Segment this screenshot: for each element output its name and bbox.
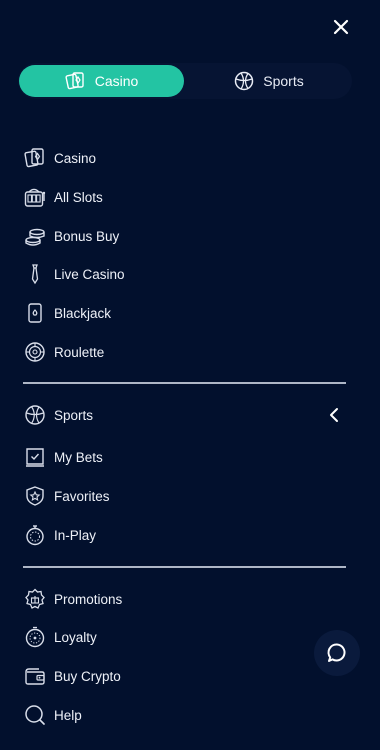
menu-item-label: Casino: [54, 150, 97, 166]
cards-icon: [65, 72, 84, 90]
menu-item-casino[interactable]: Casino: [22, 143, 352, 173]
casino-sports-toggle: Casino Sports: [18, 63, 352, 99]
toggle-sports-label: Sports: [263, 73, 304, 89]
menu-item-label: Live Casino: [54, 266, 125, 282]
menu-item-roulette[interactable]: Roulette: [22, 337, 352, 367]
menu-item-my-bets[interactable]: My Bets: [22, 442, 352, 472]
menu-item-label: In-Play: [54, 527, 97, 543]
menu-item-sports[interactable]: Sports: [22, 400, 352, 430]
menu-item-label: Favorites: [54, 488, 110, 504]
menu-item-label: Buy Crypto: [54, 668, 121, 684]
menu-item-favorites[interactable]: Favorites: [22, 481, 352, 511]
menu-item-promotions[interactable]: Promotions: [22, 584, 352, 614]
playing-card-icon: [28, 303, 42, 323]
toggle-casino-label: Casino: [94, 73, 139, 89]
menu-item-label: All Slots: [54, 189, 103, 205]
menu-item-loyalty[interactable]: Loyalty: [22, 622, 352, 652]
tie-icon: [31, 264, 39, 285]
menu-item-live-casino[interactable]: Live Casino: [22, 259, 352, 289]
toggle-sports-button[interactable]: Sports: [186, 65, 351, 97]
menu-item-label: Bonus Buy: [54, 228, 120, 244]
cards-icon: [24, 148, 44, 168]
menu-item-label: Promotions: [54, 591, 123, 607]
toggle-casino-button[interactable]: Casino: [19, 65, 184, 97]
chevron-left-icon: [330, 408, 338, 422]
gift-icon: [25, 588, 45, 609]
sports-collapse-button[interactable]: [324, 403, 344, 427]
menu-item-label: Help: [54, 707, 82, 723]
wallet-icon: [25, 668, 45, 685]
star-badge-icon: [26, 486, 44, 506]
menu-item-label: My Bets: [54, 449, 103, 465]
stopwatch-icon: [26, 525, 44, 546]
slot-machine-icon: [24, 188, 46, 207]
bet-slip-icon: [26, 448, 44, 467]
section-divider: [23, 566, 346, 568]
roulette-icon: [25, 342, 45, 362]
menu-item-help[interactable]: Help: [22, 700, 352, 730]
section-divider: [23, 382, 346, 384]
menu-item-all-slots[interactable]: All Slots: [22, 182, 352, 212]
menu-item-label: Loyalty: [54, 629, 97, 645]
side-menu: Casino Sports Casino All Slots Bonus Buy…: [0, 0, 380, 750]
basketball-icon: [25, 405, 45, 425]
chat-icon: [327, 643, 346, 662]
search-icon: [25, 705, 45, 725]
menu-item-label: Roulette: [54, 344, 105, 360]
menu-item-label: Sports: [54, 407, 94, 423]
menu-item-bonus-buy[interactable]: Bonus Buy: [22, 221, 352, 251]
menu-item-label: Blackjack: [54, 305, 112, 321]
chat-button[interactable]: [314, 630, 360, 676]
loyalty-icon: [25, 626, 45, 648]
menu-item-buy-crypto[interactable]: Buy Crypto: [22, 661, 352, 691]
close-button[interactable]: [328, 14, 354, 40]
menu-item-in-play[interactable]: In-Play: [22, 520, 352, 550]
basketball-icon: [235, 71, 254, 91]
menu-item-blackjack[interactable]: Blackjack: [22, 298, 352, 328]
coins-icon: [25, 228, 45, 246]
close-icon: [333, 19, 349, 35]
